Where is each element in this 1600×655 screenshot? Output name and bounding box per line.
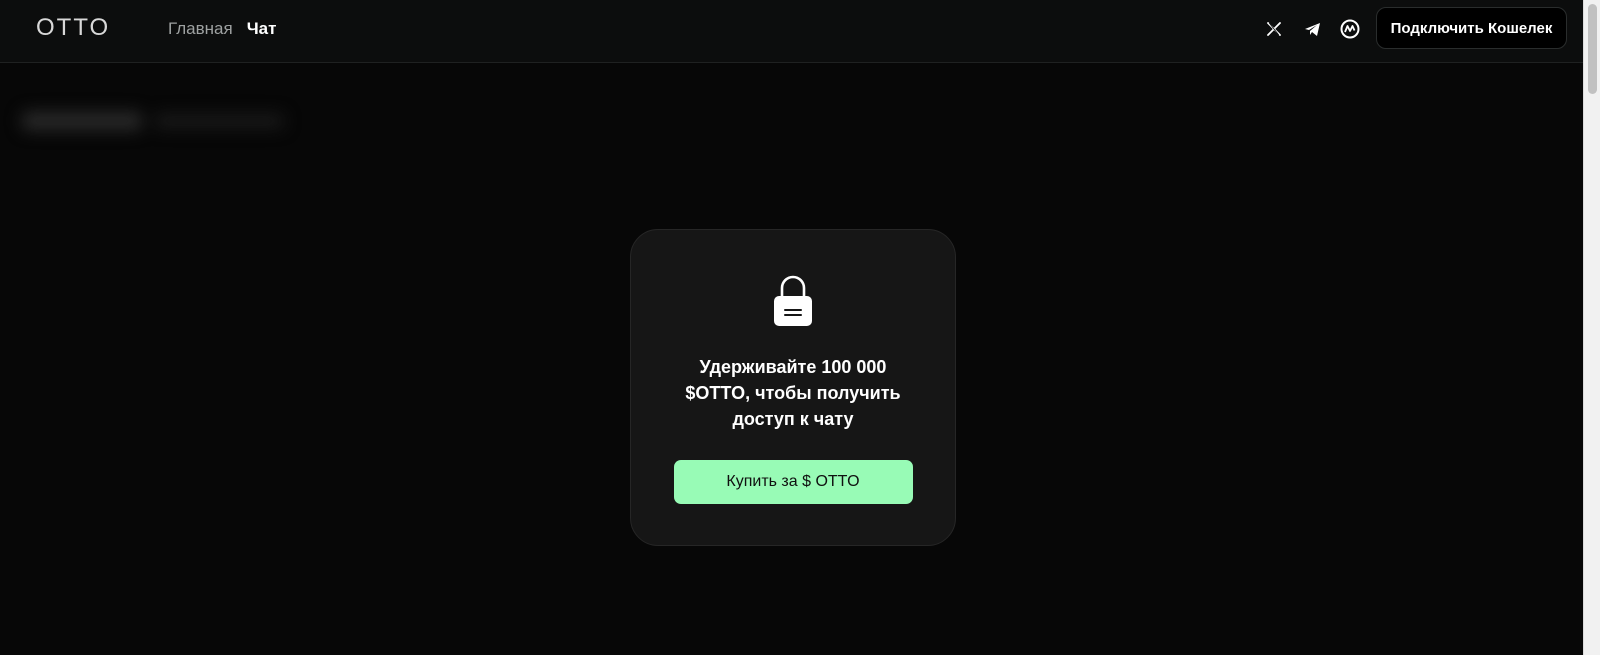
logo[interactable]: OTTO xyxy=(36,14,110,42)
x-icon[interactable] xyxy=(1262,17,1286,41)
access-locked-modal: Удерживайте 100 000 $OTTO, чтобы получит… xyxy=(630,229,956,546)
blurred-block xyxy=(154,114,284,128)
telegram-icon[interactable] xyxy=(1300,17,1324,41)
page: OTTO Главная Чат Подключить Кошелек Удер… xyxy=(0,0,1600,655)
page-scrollbar[interactable] xyxy=(1583,0,1600,655)
lock-icon xyxy=(773,274,813,328)
social-links xyxy=(1262,17,1362,41)
buy-otto-button[interactable]: Купить за $ OTTO xyxy=(673,460,913,504)
access-message: Удерживайте 100 000 $OTTO, чтобы получит… xyxy=(685,357,901,429)
main-nav: Главная Чат xyxy=(168,19,276,39)
blurred-chat-preview xyxy=(22,104,292,138)
scrollbar-thumb[interactable] xyxy=(1588,4,1597,94)
blurred-block xyxy=(22,112,142,130)
connect-wallet-button[interactable]: Подключить Кошелек xyxy=(1376,7,1567,49)
coinmarketcap-icon[interactable] xyxy=(1338,17,1362,41)
nav-home-link[interactable]: Главная xyxy=(168,19,233,39)
top-header: OTTO Главная Чат Подключить Кошелек xyxy=(0,0,1583,63)
nav-chat-link[interactable]: Чат xyxy=(247,19,277,39)
